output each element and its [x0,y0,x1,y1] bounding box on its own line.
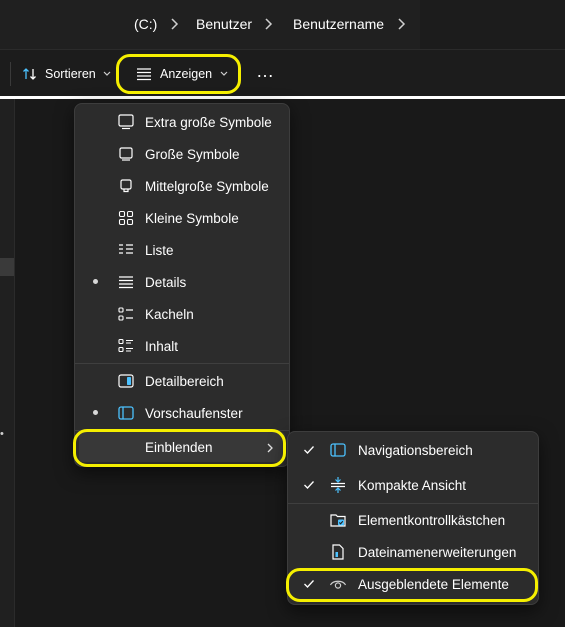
eye-icon [329,580,347,589]
show-menu-item-item-checkboxes[interactable]: Elementkontrollkästchen [292,505,534,535]
content-icon [118,338,133,353]
show-menu-item-hidden-items[interactable]: Ausgeblendete Elemente [292,569,534,599]
compact-view-icon [331,477,345,493]
sort-button[interactable]: Sortieren [22,62,112,86]
chevron-right-icon[interactable] [395,17,407,31]
details-icon [119,276,133,289]
toolbar-divider [10,62,11,86]
view-menu-item-details-pane[interactable]: Detailbereich [79,366,285,396]
checkmark-icon [304,481,314,489]
breadcrumb-drive[interactable]: (C:) [134,16,157,32]
file-extension-icon [332,544,344,560]
breadcrumb-users[interactable]: Benutzer [196,16,252,32]
monitor-xl-icon [118,114,134,130]
checkmark-icon [304,580,314,588]
view-menu-item-large[interactable]: Große Symbole [79,139,285,169]
view-menu-item-list[interactable]: Liste [79,235,285,265]
show-menu-item-compact-view[interactable]: Kompakte Ansicht [292,470,534,500]
view-menu-item-preview-pane[interactable]: Vorschaufenster [79,398,285,428]
checkbox-folder-icon [330,514,346,527]
grid-small-icon [118,210,134,226]
checkmark-icon [304,446,314,454]
menu-separator [75,430,289,431]
chevron-right-icon [171,18,179,30]
show-menu-item-navigation-pane[interactable]: Navigationsbereich [292,435,534,465]
view-menu: Extra große Symbole Große Symbole Mittel… [74,103,290,467]
command-bar: Sortieren Anzeigen … [0,49,565,97]
selected-bullet [93,410,98,415]
chevron-right-icon [267,443,273,453]
nav-pane-icon [330,443,346,457]
show-menu-item-file-extensions[interactable]: Dateinamenerweiterungen [292,537,534,567]
view-menu-item-content[interactable]: Inhalt [79,331,285,361]
preview-pane-icon [118,406,134,420]
list-icon [119,244,133,254]
more-options-button[interactable]: … [256,59,275,83]
selected-bullet [93,279,98,284]
show-submenu: Navigationsbereich Kompakte Ansicht Elem… [287,431,539,605]
view-label: Anzeigen [160,67,213,81]
monitor-large-icon [119,147,133,161]
chevron-down-icon [220,71,228,76]
view-menu-item-details[interactable]: Details [79,267,285,297]
tiles-icon [118,307,133,321]
view-menu-item-show[interactable]: Einblenden [79,432,285,462]
view-button[interactable]: Anzeigen [136,62,229,86]
navigation-pane[interactable] [0,99,15,627]
menu-separator [75,363,289,364]
nav-selected-item[interactable] [0,258,14,276]
monitor-medium-icon [120,179,132,193]
sort-icon [23,68,36,80]
breadcrumb-username[interactable]: Benutzername [293,16,384,32]
details-icon [137,68,151,81]
nav-edge-glyph: • [0,428,4,440]
details-pane-icon [118,374,134,388]
view-menu-item-small[interactable]: Kleine Symbole [79,203,285,233]
view-menu-item-tiles[interactable]: Kacheln [79,299,285,329]
address-bar: (C:) Benutzer Benutzername [0,0,565,49]
view-menu-item-medium[interactable]: Mittelgroße Symbole [79,171,285,201]
menu-separator [288,503,538,504]
chevron-down-icon [103,71,111,76]
view-menu-item-extra-large[interactable]: Extra große Symbole [79,107,285,137]
breadcrumb: (C:) Benutzer Benutzername [0,0,420,49]
chevron-right-icon [265,18,273,30]
sort-label: Sortieren [45,67,96,81]
